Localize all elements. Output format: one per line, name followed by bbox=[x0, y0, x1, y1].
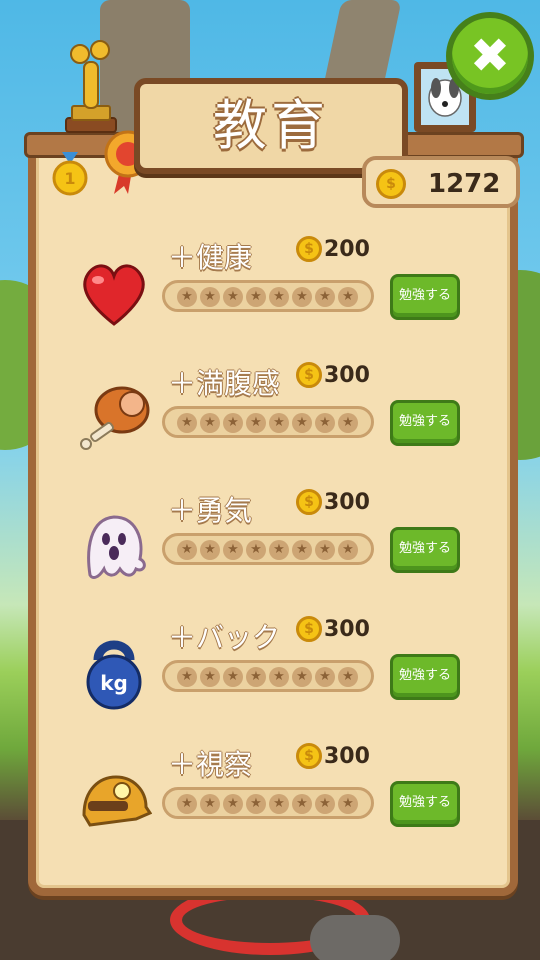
balance-value: 1272 bbox=[428, 169, 501, 199]
star-icon: ★ bbox=[246, 540, 266, 560]
skill-row-back: kg ＋バック $300 ★ ★ ★ ★ ★ ★ ★ ★ 勉強する bbox=[0, 616, 540, 716]
star-icon: ★ bbox=[269, 540, 289, 560]
medal-rank: 1 bbox=[64, 169, 75, 188]
star-icon: ★ bbox=[223, 667, 243, 687]
skill-price: $300 bbox=[296, 489, 370, 523]
star-icon: ★ bbox=[246, 413, 266, 433]
bone-trophy-icon bbox=[65, 40, 117, 133]
rock bbox=[310, 915, 400, 960]
star-icon: ★ bbox=[292, 540, 312, 560]
star-icon: ★ bbox=[177, 540, 197, 560]
skill-price: $300 bbox=[296, 743, 370, 777]
coin-balance: $ 1272 bbox=[362, 156, 520, 208]
skill-name: ＋勇気 bbox=[168, 494, 253, 527]
star-icon: ★ bbox=[177, 413, 197, 433]
ghost-icon bbox=[87, 515, 146, 579]
star-icon: ★ bbox=[315, 540, 335, 560]
price-value: 200 bbox=[324, 236, 370, 262]
skill-row-health: ＋健康 $200 ★ ★ ★ ★ ★ ★ ★ ★ 勉強する bbox=[0, 236, 540, 336]
star-icon: ★ bbox=[246, 794, 266, 814]
star-icon: ★ bbox=[200, 287, 220, 307]
star-icon: ★ bbox=[269, 667, 289, 687]
skill-row-satiety: ＋満腹感 $300 ★ ★ ★ ★ ★ ★ ★ ★ 勉強する bbox=[0, 362, 540, 462]
star-icon: ★ bbox=[292, 667, 312, 687]
star-icon: ★ bbox=[200, 667, 220, 687]
miner-helmet-icon bbox=[82, 775, 152, 827]
skill-price: $300 bbox=[296, 362, 370, 396]
coin-icon: $ bbox=[296, 362, 322, 388]
kettlebell-label: kg bbox=[100, 671, 128, 695]
star-icon: ★ bbox=[292, 794, 312, 814]
star-icon: ★ bbox=[338, 413, 358, 433]
skill-name: ＋バック bbox=[168, 621, 281, 654]
price-value: 300 bbox=[324, 743, 370, 769]
star-icon: ★ bbox=[223, 540, 243, 560]
skill-row-inspection: ＋視察 $300 ★ ★ ★ ★ ★ ★ ★ ★ 勉強する bbox=[0, 743, 540, 843]
skill-progress-stars: ★ ★ ★ ★ ★ ★ ★ ★ bbox=[162, 787, 374, 819]
study-button[interactable]: 勉強する bbox=[390, 781, 460, 827]
star-icon: ★ bbox=[200, 794, 220, 814]
coin-icon: $ bbox=[296, 489, 322, 515]
skill-progress-stars: ★ ★ ★ ★ ★ ★ ★ ★ bbox=[162, 533, 374, 565]
close-icon: ✖ bbox=[469, 28, 511, 84]
gold-medal-icon: 1 bbox=[52, 152, 88, 196]
coin-icon: $ bbox=[296, 743, 322, 769]
star-icon: ★ bbox=[315, 794, 335, 814]
skill-price: $300 bbox=[296, 616, 370, 650]
star-icon: ★ bbox=[223, 413, 243, 433]
star-icon: ★ bbox=[338, 794, 358, 814]
ham-leg-icon bbox=[80, 386, 150, 450]
star-icon: ★ bbox=[315, 667, 335, 687]
star-icon: ★ bbox=[246, 667, 266, 687]
star-icon: ★ bbox=[292, 413, 312, 433]
page-title: 教育 bbox=[213, 94, 329, 157]
star-icon: ★ bbox=[315, 287, 335, 307]
star-icon: ★ bbox=[315, 413, 335, 433]
skill-progress-stars: ★ ★ ★ ★ ★ ★ ★ ★ bbox=[162, 660, 374, 692]
star-icon: ★ bbox=[338, 667, 358, 687]
skill-price: $200 bbox=[296, 236, 370, 270]
star-icon: ★ bbox=[269, 413, 289, 433]
star-icon: ★ bbox=[269, 287, 289, 307]
skill-row-courage: ＋勇気 $300 ★ ★ ★ ★ ★ ★ ★ ★ 勉強する bbox=[0, 489, 540, 589]
coin-icon: $ bbox=[296, 616, 322, 642]
star-icon: ★ bbox=[292, 287, 312, 307]
skill-name: ＋健康 bbox=[168, 241, 253, 274]
skill-name: ＋視察 bbox=[168, 748, 253, 781]
star-icon: ★ bbox=[177, 287, 197, 307]
skill-name: ＋満腹感 bbox=[168, 367, 281, 400]
close-button[interactable]: ✖ bbox=[446, 12, 534, 100]
star-icon: ★ bbox=[200, 413, 220, 433]
skill-progress-stars: ★ ★ ★ ★ ★ ★ ★ ★ bbox=[162, 280, 374, 312]
skill-progress-stars: ★ ★ ★ ★ ★ ★ ★ ★ bbox=[162, 406, 374, 438]
star-icon: ★ bbox=[338, 287, 358, 307]
study-button[interactable]: 勉強する bbox=[390, 654, 460, 700]
star-icon: ★ bbox=[200, 540, 220, 560]
study-button[interactable]: 勉強する bbox=[390, 527, 460, 573]
star-icon: ★ bbox=[177, 667, 197, 687]
star-icon: ★ bbox=[177, 794, 197, 814]
star-icon: ★ bbox=[223, 287, 243, 307]
coin-icon: $ bbox=[296, 236, 322, 262]
heart-icon bbox=[83, 264, 145, 326]
star-icon: ★ bbox=[223, 794, 243, 814]
price-value: 300 bbox=[324, 489, 370, 515]
study-button[interactable]: 勉強する bbox=[390, 274, 460, 320]
star-icon: ★ bbox=[269, 794, 289, 814]
coin-icon: $ bbox=[376, 169, 406, 199]
study-button[interactable]: 勉強する bbox=[390, 400, 460, 446]
kettlebell-icon: kg bbox=[86, 640, 142, 710]
price-value: 300 bbox=[324, 362, 370, 388]
price-value: 300 bbox=[324, 616, 370, 642]
star-icon: ★ bbox=[246, 287, 266, 307]
star-icon: ★ bbox=[338, 540, 358, 560]
